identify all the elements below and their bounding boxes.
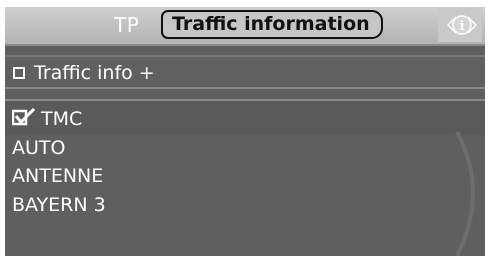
info-icon: i (438, 8, 482, 42)
info-button[interactable]: i (438, 8, 482, 42)
menu-item-label: Traffic info + (34, 62, 155, 84)
screen: TP Traffic information i Traffic info + (0, 0, 489, 260)
menu-item-label: TMC (41, 108, 83, 130)
svg-text:i: i (460, 19, 465, 34)
tab-tp[interactable]: TP (114, 10, 139, 40)
station-list-item[interactable]: AUTO (12, 135, 65, 161)
header-bar: TP Traffic information i (5, 7, 485, 46)
checkbox-checked-icon[interactable] (12, 108, 36, 126)
station-list-item[interactable]: ANTENNE (12, 163, 103, 189)
menu-item-traffic-info-plus[interactable]: Traffic info + (5, 55, 485, 89)
tab-traffic-information[interactable]: Traffic information (161, 10, 383, 39)
menu-item-tmc[interactable]: TMC (5, 99, 485, 135)
station-list-item[interactable]: BAYERN 3 (12, 192, 106, 218)
traffic-info-panel: TP Traffic information i Traffic info + (5, 7, 485, 256)
checkbox-unchecked-icon[interactable] (13, 67, 25, 79)
